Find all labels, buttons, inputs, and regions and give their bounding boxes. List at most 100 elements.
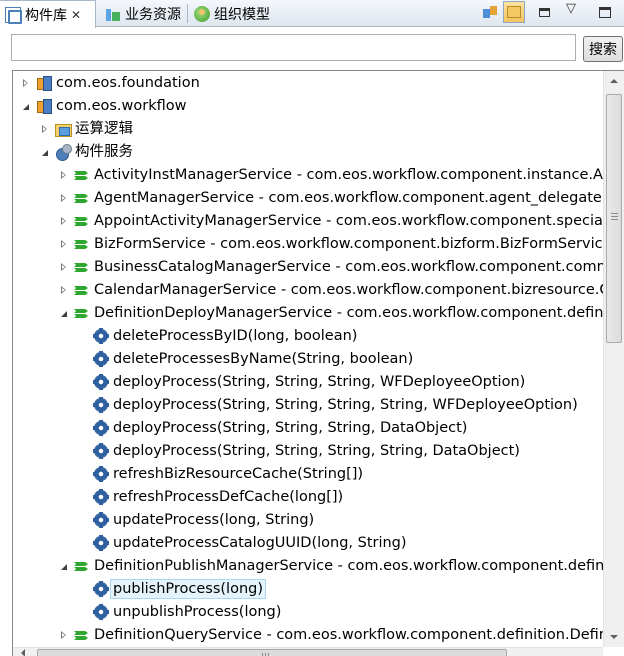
collapsed-arrow-icon[interactable] bbox=[42, 125, 47, 133]
tree-node-label: deployProcess(String, String, String, St… bbox=[113, 397, 578, 413]
tree-node[interactable]: AppointActivityManagerService - com.eos.… bbox=[13, 210, 604, 232]
tree-method-node[interactable]: deployProcess(String, String, String, WF… bbox=[13, 371, 604, 393]
view-menu-button[interactable]: ▽ bbox=[560, 0, 582, 19]
arrow-down-icon bbox=[610, 635, 618, 639]
collapsed-arrow-icon[interactable] bbox=[61, 631, 66, 639]
maximize-icon bbox=[599, 6, 611, 18]
grip-icon bbox=[611, 213, 618, 220]
tree-node-label: deleteProcessByID(long, boolean) bbox=[113, 328, 358, 344]
component-icon bbox=[74, 213, 90, 229]
show-folder-button[interactable] bbox=[503, 1, 525, 23]
method-icon bbox=[93, 374, 109, 390]
tree-node-label: BizFormService - com.eos.workflow.compon… bbox=[94, 236, 604, 252]
component-library-icon bbox=[5, 6, 22, 24]
component-icon bbox=[74, 627, 90, 643]
tab-business-resource[interactable]: 业务资源 bbox=[100, 0, 181, 27]
tab-organization-model[interactable]: 组织模型 bbox=[189, 0, 270, 27]
view-tab-bar: 构件库 ✕ 业务资源 组织模型 ▽ bbox=[0, 0, 624, 28]
tree-node[interactable]: CalendarManagerService - com.eos.workflo… bbox=[13, 279, 604, 301]
vertical-scrollbar[interactable] bbox=[603, 71, 624, 647]
package-icon bbox=[36, 75, 52, 91]
tree-method-node[interactable]: deployProcess(String, String, String, Da… bbox=[13, 417, 604, 439]
tree-node[interactable]: DefinitionQueryService - com.eos.workflo… bbox=[13, 624, 604, 646]
tree-node[interactable]: com.eos.workflow bbox=[13, 95, 604, 117]
tree-node-label: 构件服务 bbox=[75, 144, 133, 160]
method-icon bbox=[93, 397, 109, 413]
tree-node[interactable]: ActivityInstManagerService - com.eos.wor… bbox=[13, 164, 604, 186]
tree-node[interactable]: BusinessCatalogManagerService - com.eos.… bbox=[13, 256, 604, 278]
method-icon bbox=[93, 351, 109, 367]
collapsed-arrow-icon[interactable] bbox=[61, 194, 66, 202]
search-button[interactable]: 搜索 bbox=[583, 36, 623, 62]
component-icon bbox=[74, 190, 90, 206]
tree-node-label: refreshBizResourceCache(String[]) bbox=[113, 466, 364, 482]
tree-method-node[interactable]: updateProcessCatalogUUID(long, String) bbox=[13, 532, 604, 554]
component-icon bbox=[74, 282, 90, 298]
method-icon bbox=[93, 581, 109, 597]
arrow-up-icon bbox=[610, 79, 618, 83]
tree-node-label: refreshProcessDefCache(long[]) bbox=[113, 489, 344, 505]
tree-method-node[interactable]: refreshProcessDefCache(long[]) bbox=[13, 486, 604, 508]
tree-method-node[interactable]: updateProcess(long, String) bbox=[13, 509, 604, 531]
component-icon bbox=[74, 259, 90, 275]
tree-method-node[interactable]: deleteProcessesByName(String, boolean) bbox=[13, 348, 604, 370]
tree-node[interactable]: BizFormService - com.eos.workflow.compon… bbox=[13, 233, 604, 255]
tree-node[interactable]: DefinitionDeployManagerService - com.eos… bbox=[13, 302, 604, 324]
tree-node-label: deployProcess(String, String, String, Da… bbox=[113, 420, 468, 436]
minimize-button[interactable] bbox=[533, 1, 555, 23]
horizontal-scrollbar[interactable] bbox=[13, 647, 603, 656]
tree-node-label: unpublishProcess(long) bbox=[113, 604, 282, 620]
tree-node[interactable]: AgentManagerService - com.eos.workflow.c… bbox=[13, 187, 604, 209]
tree-node-label: com.eos.foundation bbox=[56, 75, 200, 91]
scroll-up-button[interactable] bbox=[604, 71, 624, 91]
arrow-left-icon[interactable] bbox=[21, 649, 25, 656]
tree-method-node[interactable]: deployProcess(String, String, String, St… bbox=[13, 440, 604, 462]
collapsed-arrow-icon[interactable] bbox=[23, 79, 28, 87]
tree-method-node[interactable]: refreshBizResourceCache(String[]) bbox=[13, 463, 604, 485]
tree-node-label: ActivityInstManagerService - com.eos.wor… bbox=[94, 167, 604, 183]
horizontal-scroll-thumb[interactable] bbox=[37, 649, 507, 656]
logic-folder-icon bbox=[55, 121, 72, 137]
component-tree[interactable]: com.eos.foundation com.eos.workflow 运算逻辑构件… bbox=[12, 70, 624, 656]
tree-node[interactable]: DefinitionPublishManagerService - com.eo… bbox=[13, 555, 604, 577]
method-icon bbox=[93, 604, 109, 620]
tree-node[interactable]: com.eos.foundation bbox=[13, 72, 604, 94]
scroll-down-button[interactable] bbox=[604, 627, 624, 647]
method-icon bbox=[93, 328, 109, 344]
tree-method-node[interactable]: deleteProcessByID(long, boolean) bbox=[13, 325, 604, 347]
component-icon bbox=[74, 167, 90, 183]
tree-node-label: updateProcessCatalogUUID(long, String) bbox=[113, 535, 407, 551]
search-input[interactable] bbox=[11, 34, 576, 61]
minimize-icon bbox=[538, 7, 550, 17]
tree-method-node[interactable]: deployProcess(String, String, String, St… bbox=[13, 394, 604, 416]
collapsed-arrow-icon[interactable] bbox=[61, 240, 66, 248]
collapsed-arrow-icon[interactable] bbox=[61, 171, 66, 179]
collapsed-arrow-icon[interactable] bbox=[61, 263, 66, 271]
component-service-icon bbox=[55, 144, 72, 161]
tree-node-label: DefinitionPublishManagerService - com.eo… bbox=[94, 558, 604, 574]
expanded-arrow-icon[interactable] bbox=[42, 150, 48, 156]
tree-node[interactable]: 构件服务 bbox=[13, 141, 604, 163]
tree-node-label: com.eos.workflow bbox=[56, 98, 187, 114]
tree-node-label: 运算逻辑 bbox=[75, 121, 133, 137]
tree-method-node[interactable]: unpublishProcess(long) bbox=[13, 601, 604, 623]
component-icon bbox=[74, 558, 90, 574]
tab-component-library[interactable]: 构件库 ✕ bbox=[0, 0, 96, 28]
business-resource-icon bbox=[105, 6, 121, 22]
maximize-button[interactable] bbox=[594, 1, 616, 23]
tree-node-label: publishProcess(long) bbox=[110, 579, 267, 599]
collapsed-arrow-icon[interactable] bbox=[61, 286, 66, 294]
expanded-arrow-icon[interactable] bbox=[61, 311, 67, 317]
expanded-arrow-icon[interactable] bbox=[61, 564, 67, 570]
close-icon[interactable]: ✕ bbox=[71, 8, 81, 22]
tree-node[interactable]: 运算逻辑 bbox=[13, 118, 604, 140]
expanded-arrow-icon[interactable] bbox=[23, 104, 29, 110]
method-icon bbox=[93, 443, 109, 459]
tree-method-node[interactable]: publishProcess(long) bbox=[13, 578, 604, 600]
tree-node-label: AppointActivityManagerService - com.eos.… bbox=[94, 213, 604, 229]
vertical-scroll-thumb[interactable] bbox=[606, 94, 622, 343]
tab-label: 业务资源 bbox=[125, 6, 181, 23]
link-with-editor-icon bbox=[483, 5, 497, 19]
link-with-editor-button[interactable] bbox=[479, 1, 501, 23]
collapsed-arrow-icon[interactable] bbox=[61, 217, 66, 225]
